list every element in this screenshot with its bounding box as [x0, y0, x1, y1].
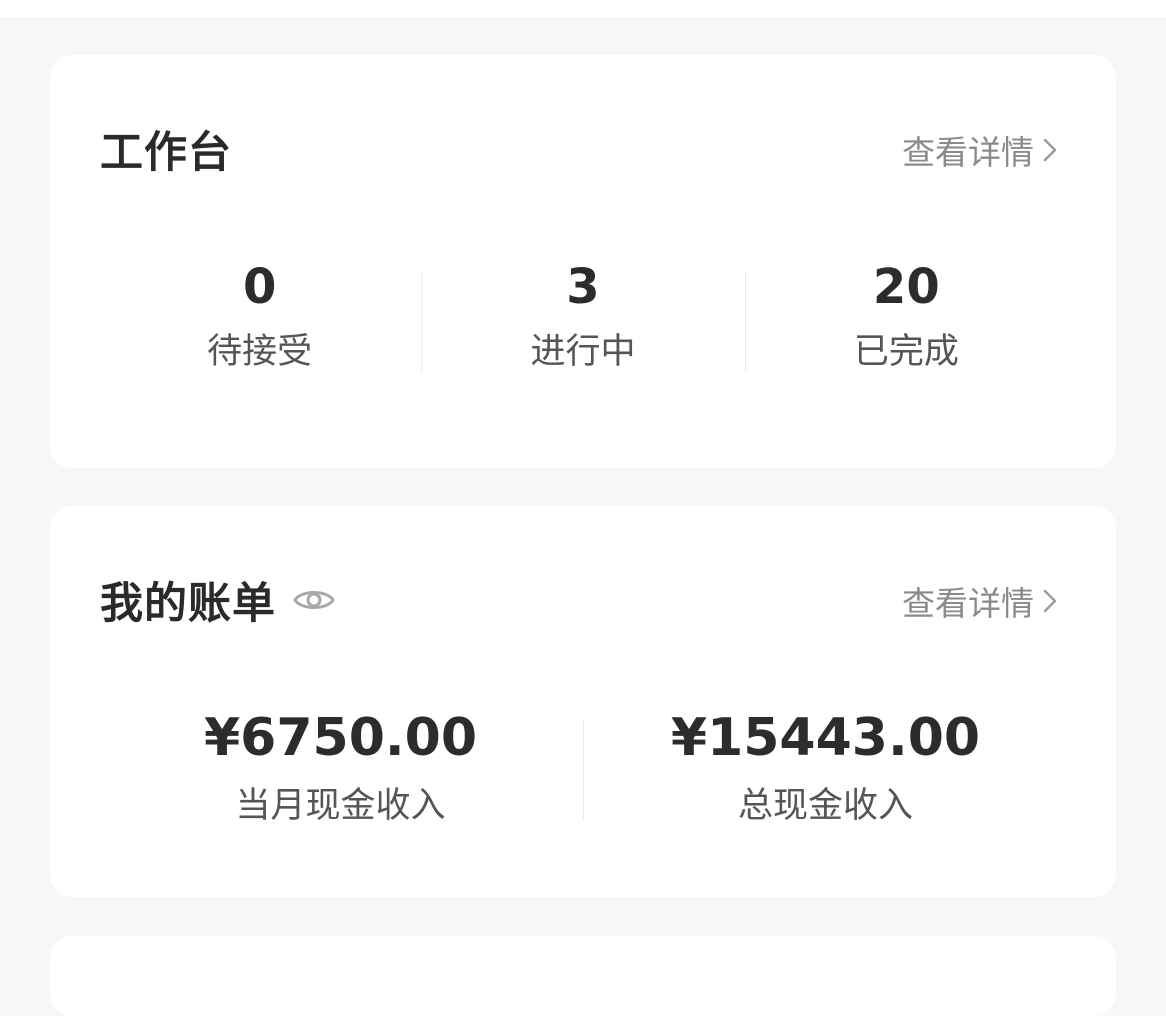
top-bar	[0, 0, 1166, 17]
next-card	[50, 936, 1116, 1016]
bill-stats: ¥6750.00 当月现金收入 ¥15443.00 总现金收入	[98, 706, 1068, 846]
stat-total-income[interactable]: ¥15443.00 总现金收入	[583, 706, 1068, 846]
stat-monthly-income-value: ¥6750.00	[203, 708, 478, 768]
stat-pending[interactable]: 0 待接受	[98, 258, 421, 388]
stat-completed-value: 20	[872, 259, 940, 315]
workbench-detail-link[interactable]: 查看详情	[902, 126, 1058, 174]
chevron-right-icon	[1043, 589, 1057, 613]
chevron-right-icon	[1043, 138, 1057, 162]
divider	[744, 272, 746, 372]
stat-monthly-income[interactable]: ¥6750.00 当月现金收入	[98, 706, 583, 846]
eye-icon[interactable]	[292, 585, 336, 615]
workbench-stats: 0 待接受 3 进行中 20 已完成	[98, 258, 1068, 388]
divider	[583, 720, 584, 820]
stat-pending-label: 待接受	[207, 332, 313, 372]
bill-title-row: 我的账单	[100, 569, 336, 631]
divider	[421, 272, 423, 372]
stat-in-progress-value: 3	[566, 259, 600, 315]
workbench-title: 工作台	[100, 128, 232, 178]
stat-in-progress[interactable]: 3 进行中	[421, 258, 744, 388]
stat-completed[interactable]: 20 已完成	[744, 258, 1068, 388]
stat-total-income-value: ¥15443.00	[670, 708, 981, 768]
stat-completed-label: 已完成	[853, 332, 959, 372]
bill-card: 我的账单 查看详情 ¥6750.00 当月现金收入 ¥15443.00 总现金收…	[50, 506, 1116, 897]
stat-pending-value: 0	[242, 259, 277, 315]
stat-total-income-label: 总现金收入	[737, 786, 913, 826]
bill-detail-link[interactable]: 查看详情	[902, 577, 1058, 625]
stat-monthly-income-label: 当月现金收入	[235, 786, 446, 826]
stat-in-progress-label: 进行中	[530, 332, 636, 372]
workbench-card: 工作台 查看详情 0 待接受 3 进行中 20 已完成	[50, 55, 1116, 468]
bill-detail-label: 查看详情	[902, 584, 1034, 623]
bill-title: 我的账单	[100, 579, 276, 629]
workbench-detail-label: 查看详情	[902, 133, 1034, 172]
